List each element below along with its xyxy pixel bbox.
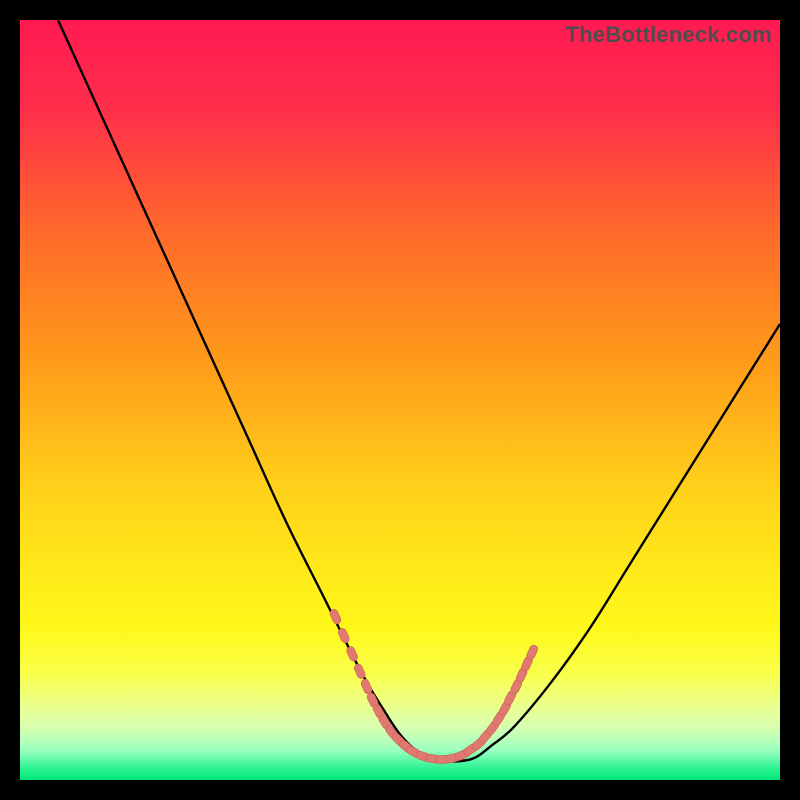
background-gradient bbox=[20, 20, 780, 780]
plot-area bbox=[20, 20, 780, 780]
chart-frame: TheBottleneck.com bbox=[20, 20, 780, 780]
